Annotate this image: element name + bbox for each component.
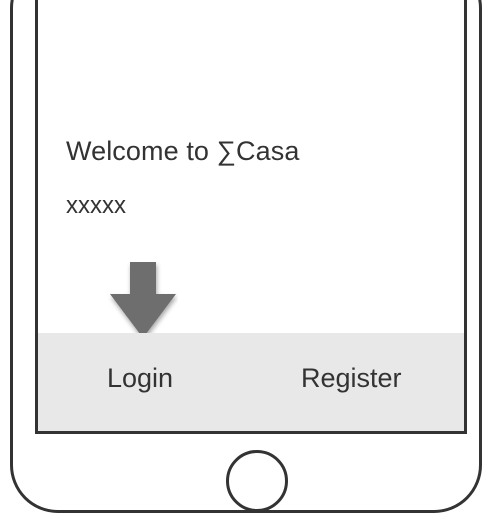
phone-screen: Welcome to ∑Casa xxxxx Login Register	[35, 0, 467, 434]
down-arrow-icon	[110, 262, 176, 338]
login-button[interactable]: Login	[107, 363, 173, 394]
canvas: Welcome to ∑Casa xxxxx Login Register	[0, 0, 497, 524]
welcome-title: Welcome to ∑Casa	[66, 136, 300, 166]
home-button[interactable]	[226, 450, 288, 512]
welcome-subtitle: xxxxx	[66, 192, 126, 219]
auth-tab-bar: Login Register	[38, 333, 464, 431]
register-button[interactable]: Register	[301, 363, 402, 394]
